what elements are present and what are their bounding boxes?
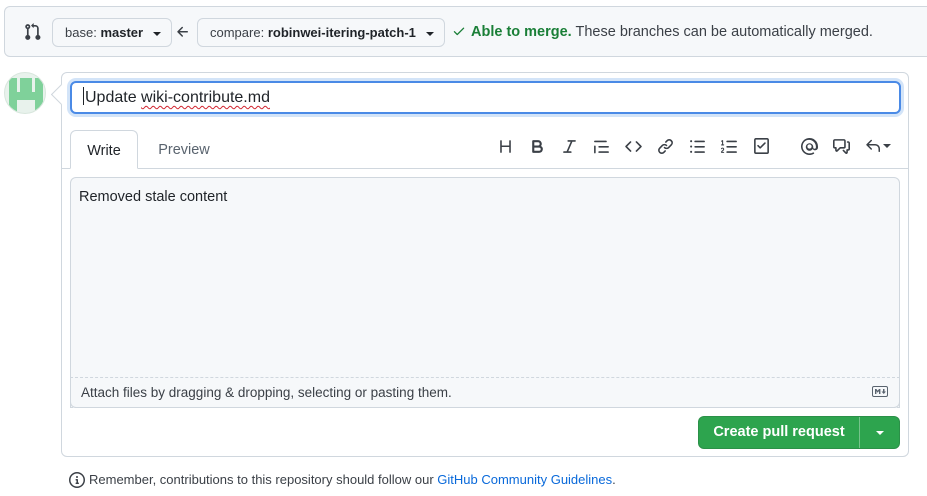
identicon-icon: [9, 78, 43, 112]
chevron-down-icon: [152, 31, 161, 36]
reference-icon[interactable]: [831, 136, 851, 156]
note-suffix: .: [612, 472, 616, 487]
compare-branch-select[interactable]: compare: robinwei-itering-patch-1: [197, 18, 445, 47]
merge-detail-text: These branches can be automatically merg…: [575, 24, 873, 40]
create-options-dropdown[interactable]: [860, 417, 899, 448]
title-text-part1: Update: [85, 89, 142, 106]
italic-icon[interactable]: [559, 136, 579, 156]
ordered-list-icon[interactable]: [719, 136, 739, 156]
compare-bar: base: master compare: robinwei-itering-p…: [4, 6, 927, 57]
tab-write[interactable]: Write: [70, 130, 138, 169]
bold-icon[interactable]: [527, 136, 547, 156]
title-input[interactable]: Update wiki-contribute.md: [70, 81, 901, 114]
text-cursor: [83, 87, 84, 105]
note-prefix: Remember, contributions to this reposito…: [89, 472, 438, 487]
pull-request-form: Update wiki-contribute.md Write Preview: [61, 72, 909, 457]
link-icon[interactable]: [655, 136, 675, 156]
chevron-down-icon: [425, 31, 434, 36]
tab-preview[interactable]: Preview: [148, 130, 220, 169]
community-guidelines-link[interactable]: GitHub Community Guidelines: [437, 472, 612, 487]
quote-icon[interactable]: [591, 136, 611, 156]
compare-branch-name: robinwei-itering-patch-1: [267, 25, 416, 40]
chevron-down-icon: [875, 430, 884, 435]
reply-icon[interactable]: [863, 136, 893, 156]
create-pull-request-button-group: Create pull request: [698, 416, 900, 449]
info-icon: [69, 472, 85, 488]
check-icon: [453, 27, 465, 36]
compare-branches-icon: [25, 23, 41, 40]
markdown-icon[interactable]: [872, 386, 888, 397]
attach-hint-text: Attach files by dragging & dropping, sel…: [81, 385, 452, 400]
base-prefix: base:: [65, 25, 97, 40]
base-branch-name: master: [100, 25, 144, 40]
heading-icon[interactable]: [495, 136, 515, 156]
create-pull-request-button[interactable]: Create pull request: [699, 417, 859, 448]
base-branch-select[interactable]: base: master: [52, 18, 172, 47]
title-text-part2: wiki-contribute.md: [141, 89, 270, 106]
comment-body-text: Removed stale content: [79, 189, 228, 205]
contribution-note: Remember, contributions to this reposito…: [69, 472, 616, 488]
code-icon[interactable]: [623, 136, 643, 156]
avatar[interactable]: [4, 72, 46, 114]
merge-status: Able to merge. These branches can be aut…: [452, 24, 873, 40]
task-list-icon[interactable]: [751, 136, 771, 156]
mention-icon[interactable]: [799, 136, 819, 156]
merge-ok-text: Able to merge.: [471, 24, 572, 40]
arrow-left-icon: [177, 26, 188, 37]
attach-files-bar[interactable]: Attach files by dragging & dropping, sel…: [70, 377, 900, 408]
unordered-list-icon[interactable]: [687, 136, 707, 156]
comment-body-textarea[interactable]: Removed stale content: [70, 177, 900, 408]
compare-prefix: compare:: [210, 25, 265, 40]
chevron-down-icon: [883, 144, 891, 148]
